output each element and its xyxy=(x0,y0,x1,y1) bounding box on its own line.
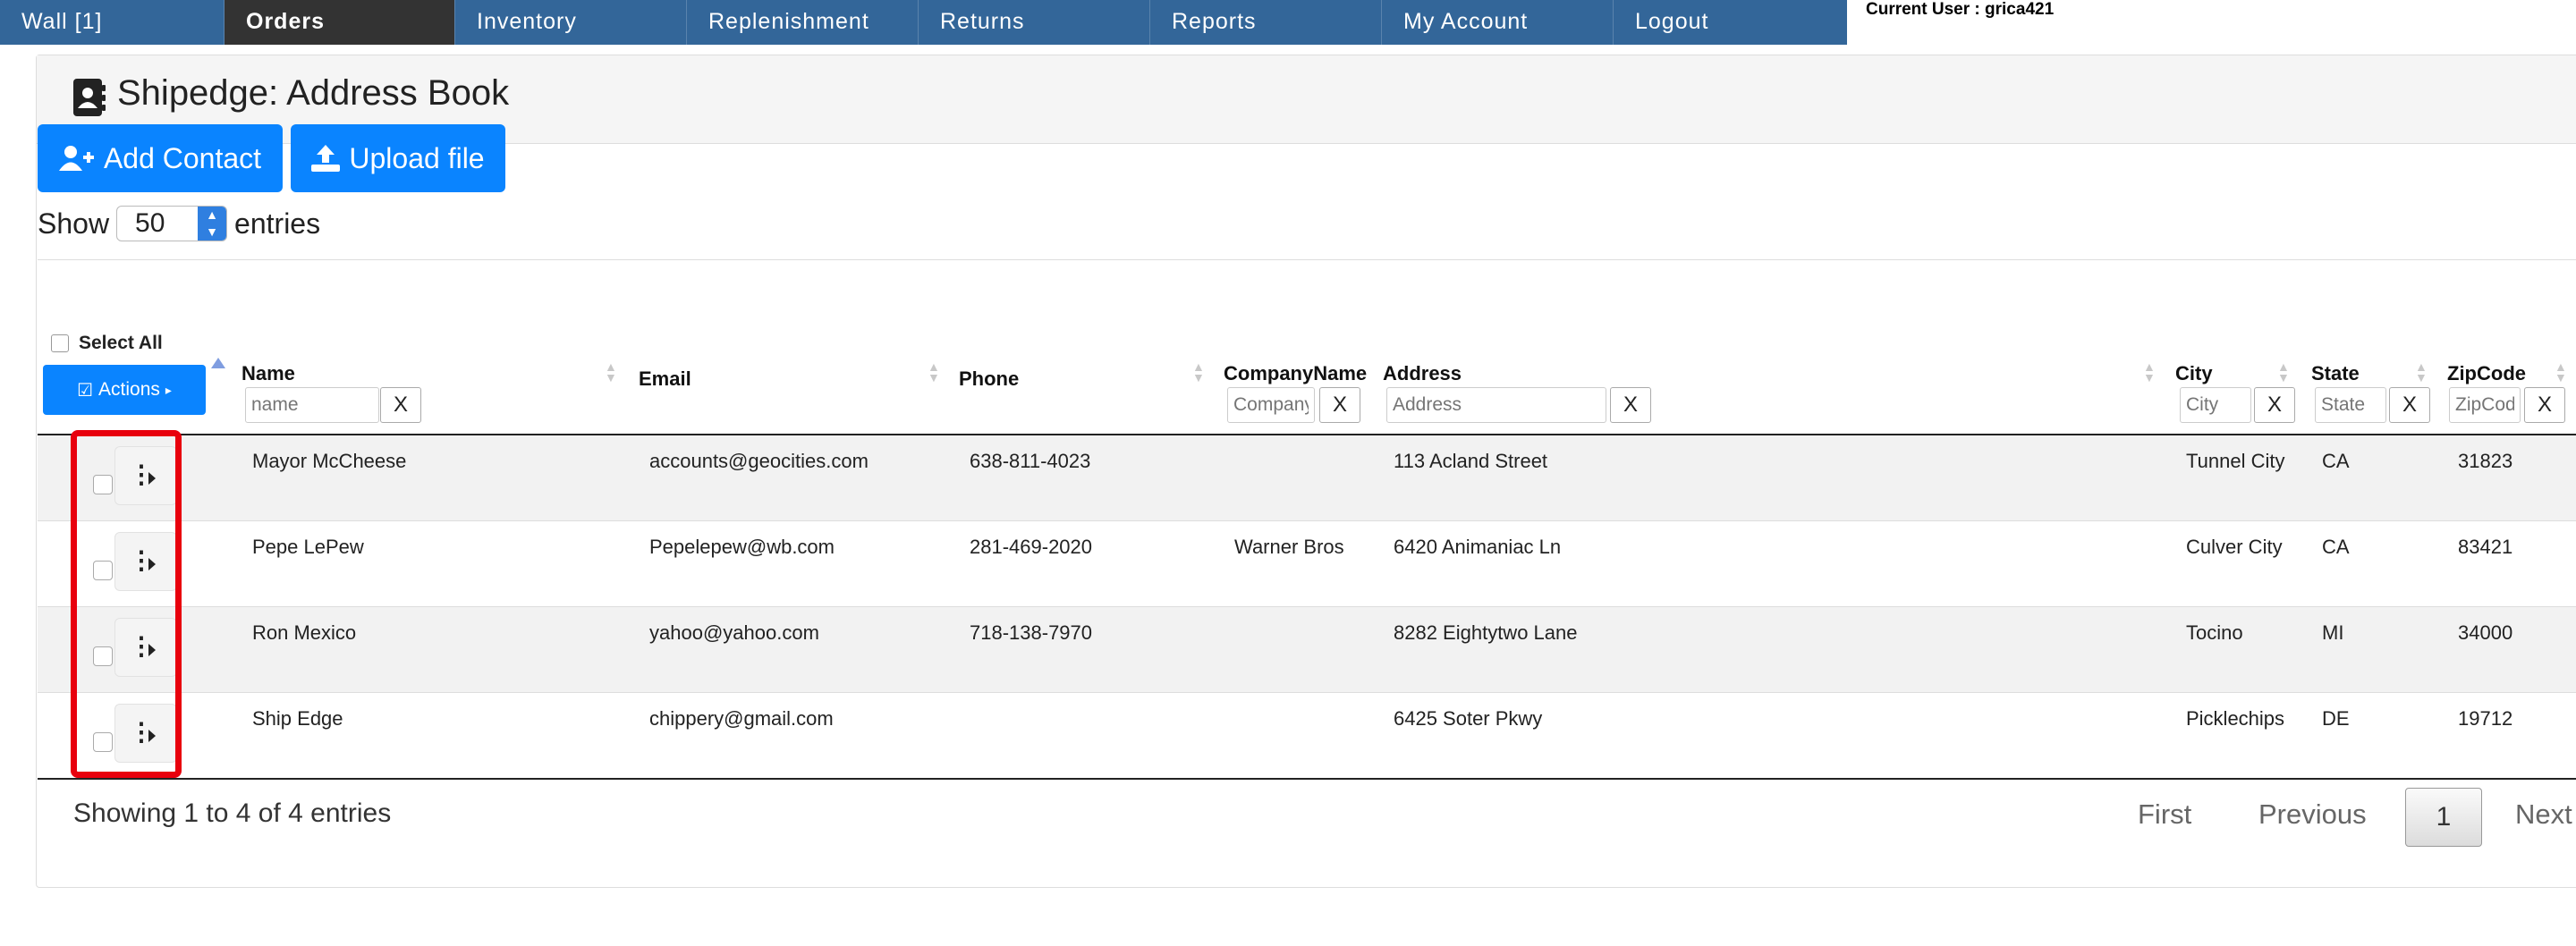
pagination-previous[interactable]: Previous xyxy=(2258,798,2367,831)
cell-zipcode: 34000 xyxy=(2458,621,2513,644)
address-book-icon xyxy=(73,79,106,116)
show-label: Show xyxy=(38,207,110,240)
row-actions-highlight xyxy=(71,430,182,778)
cell-state: DE xyxy=(2322,707,2350,730)
table-row: ⋮ Ship Edge chippery@gmail.com 6425 Sote… xyxy=(38,693,2576,779)
page-title: Shipedge: Address Book xyxy=(117,73,510,113)
table-row: ⋮ Mayor McCheese accounts@geocities.com … xyxy=(38,435,2576,521)
cell-email: chippery@gmail.com xyxy=(649,707,834,730)
current-user-label: Current User : grica421 xyxy=(1866,0,2055,19)
select-all-checkbox[interactable] xyxy=(51,334,69,352)
nav-item-reports[interactable]: Reports xyxy=(1150,0,1382,45)
entries-label: entries xyxy=(234,207,321,240)
city-filter-clear-button[interactable]: X xyxy=(2254,387,2295,423)
add-contact-label: Add Contact xyxy=(103,141,262,174)
column-header-company[interactable]: CompanyName xyxy=(1224,362,1367,385)
cell-zipcode: 83421 xyxy=(2458,536,2513,558)
cell-email: yahoo@yahoo.com xyxy=(649,621,819,644)
entries-select[interactable]: 50 ▲ ▼ xyxy=(116,206,228,241)
column-header-name[interactable]: Name xyxy=(242,362,295,385)
column-header-city[interactable]: City xyxy=(2175,362,2213,385)
column-header-address[interactable]: Address xyxy=(1383,362,1462,385)
cell-city: Picklechips xyxy=(2186,707,2285,730)
pagination-current-page[interactable]: 1 xyxy=(2405,788,2482,847)
cell-name: Ron Mexico xyxy=(252,621,357,644)
cell-address: 8282 Eightytwo Lane xyxy=(1394,621,1578,644)
company-filter-clear-button[interactable]: X xyxy=(1319,387,1360,423)
cell-address: 6425 Soter Pkwy xyxy=(1394,707,1543,730)
cell-email: accounts@geocities.com xyxy=(649,450,869,472)
upload-file-label: Upload file xyxy=(349,141,485,174)
upload-file-button[interactable]: Upload file xyxy=(291,124,505,192)
cell-name: Ship Edge xyxy=(252,707,343,730)
sort-icon[interactable]: ▲ ▼ xyxy=(2555,360,2567,384)
cell-address: 6420 Animaniac Ln xyxy=(1394,536,1562,558)
cell-address: 113 Acland Street xyxy=(1394,450,1548,472)
name-filter-clear-button[interactable]: X xyxy=(380,387,421,423)
sort-icon[interactable]: ▲ ▼ xyxy=(1192,360,1205,384)
top-nav: Wall [1] Orders Inventory Replenishment … xyxy=(0,0,1847,45)
cell-phone: 638-811-4023 xyxy=(970,450,1091,472)
table-row: ⋮ Pepe LePew Pepelepew@wb.com 281-469-20… xyxy=(38,521,2576,607)
cell-city: Tunnel City xyxy=(2186,450,2285,472)
cell-state: MI xyxy=(2322,621,2344,644)
pagination-next[interactable]: Next xyxy=(2515,798,2572,831)
cell-state: CA xyxy=(2322,450,2350,472)
length-control: Show 50 ▲ ▼ entries xyxy=(38,206,320,241)
cell-phone: 718-138-7970 xyxy=(970,621,1093,644)
nav-item-returns[interactable]: Returns xyxy=(919,0,1150,45)
sort-icon[interactable]: ▲ ▼ xyxy=(928,360,940,384)
cell-zipcode: 31823 xyxy=(2458,450,2513,472)
nav-item-my-account[interactable]: My Account xyxy=(1382,0,1614,45)
company-filter-input[interactable] xyxy=(1227,387,1315,423)
select-spinner-icon: ▲ ▼ xyxy=(198,207,227,241)
column-header-email[interactable]: Email xyxy=(639,367,691,391)
column-header-state[interactable]: State xyxy=(2311,362,2360,385)
zipcode-filter-clear-button[interactable]: X xyxy=(2524,387,2565,423)
entries-select-value: 50 xyxy=(135,208,165,238)
cell-phone: 281-469-2020 xyxy=(970,536,1093,558)
column-header-phone[interactable]: Phone xyxy=(959,367,1019,391)
pagination-first[interactable]: First xyxy=(2138,798,2191,831)
actions-label: Actions xyxy=(98,379,160,400)
cell-state: CA xyxy=(2322,536,2350,558)
city-filter-input[interactable] xyxy=(2180,387,2251,423)
check-square-icon: ☑ xyxy=(77,380,94,401)
caret-right-icon: ▸ xyxy=(165,382,172,397)
sort-icon[interactable]: ▲ ▼ xyxy=(2415,360,2428,384)
state-filter-input[interactable] xyxy=(2315,387,2386,423)
sort-asc-icon[interactable] xyxy=(211,358,225,368)
sort-icon[interactable]: ▲ ▼ xyxy=(605,360,617,384)
cell-city: Culver City xyxy=(2186,536,2283,558)
nav-item-replenishment[interactable]: Replenishment xyxy=(687,0,919,45)
sort-icon[interactable]: ▲ ▼ xyxy=(2277,360,2290,384)
state-filter-clear-button[interactable]: X xyxy=(2389,387,2430,423)
sort-icon[interactable]: ▲ ▼ xyxy=(2143,360,2156,384)
table-bottom-divider xyxy=(38,778,2576,780)
actions-button[interactable]: ☑ Actions ▸ xyxy=(43,365,206,415)
cell-name: Pepe LePew xyxy=(252,536,364,558)
nav-item-inventory[interactable]: Inventory xyxy=(455,0,687,45)
nav-item-logout[interactable]: Logout xyxy=(1614,0,1847,45)
address-filter-clear-button[interactable]: X xyxy=(1610,387,1651,423)
select-all-label: Select All xyxy=(79,333,163,353)
cell-email: Pepelepew@wb.com xyxy=(649,536,835,558)
cell-name: Mayor McCheese xyxy=(252,450,407,472)
table-info: Showing 1 to 4 of 4 entries xyxy=(73,798,392,828)
add-contact-button[interactable]: Add Contact xyxy=(38,124,283,192)
upload-icon xyxy=(311,145,341,172)
divider xyxy=(38,259,2576,260)
nav-item-orders[interactable]: Orders xyxy=(225,0,455,45)
cell-zipcode: 19712 xyxy=(2458,707,2513,730)
table-row: ⋮ Ron Mexico yahoo@yahoo.com 718-138-797… xyxy=(38,607,2576,693)
address-filter-input[interactable] xyxy=(1386,387,1606,423)
cell-company: Warner Bros xyxy=(1234,536,1344,558)
name-filter-input[interactable] xyxy=(245,387,379,423)
cell-city: Tocino xyxy=(2186,621,2243,644)
nav-item-wall[interactable]: Wall [1] xyxy=(0,0,225,45)
column-header-zipcode[interactable]: ZipCode xyxy=(2447,362,2526,385)
zipcode-filter-input[interactable] xyxy=(2449,387,2521,423)
user-plus-icon xyxy=(58,146,94,171)
